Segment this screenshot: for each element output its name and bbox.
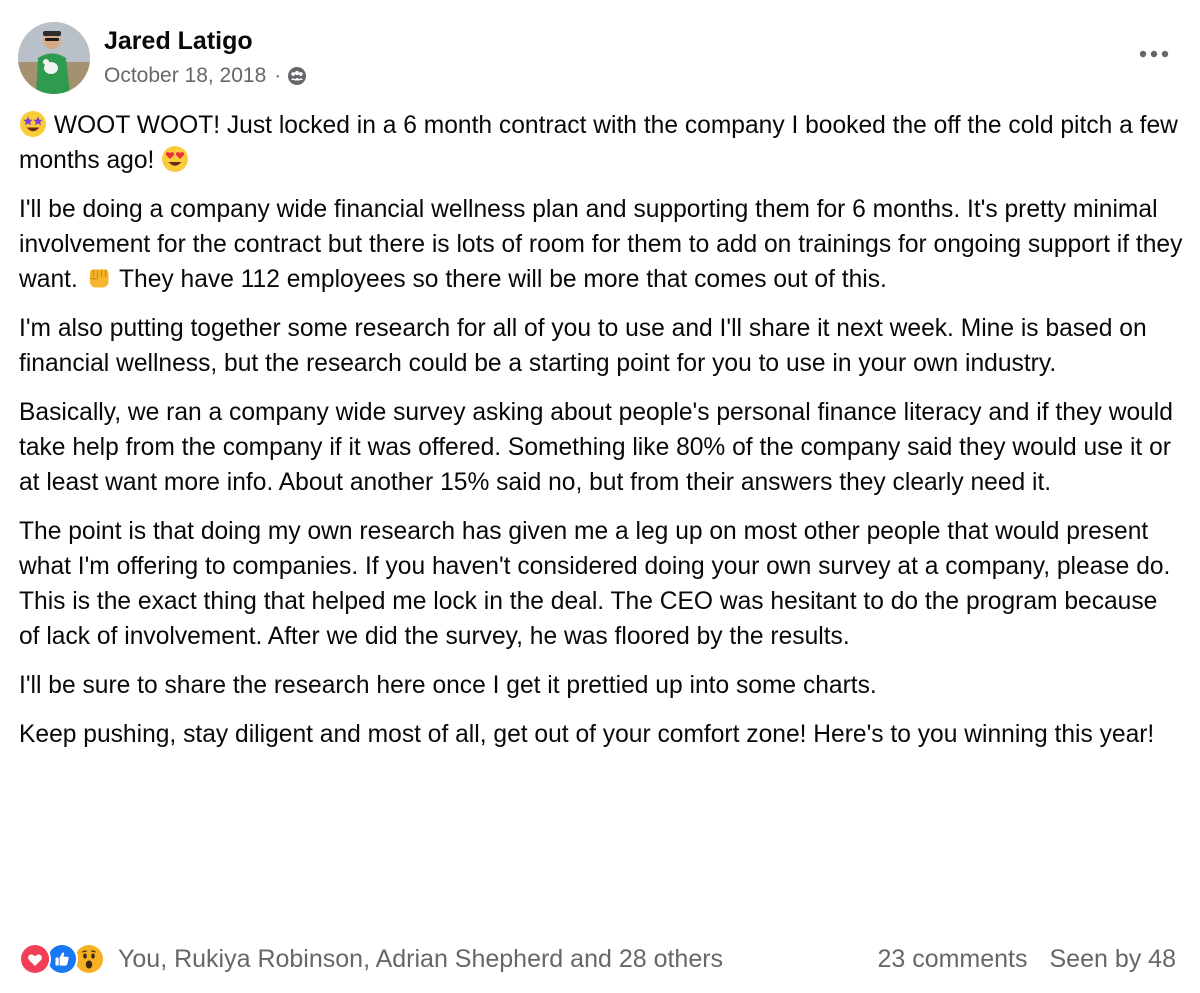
comments-count[interactable]: 23 comments bbox=[877, 945, 1027, 974]
post-body: WOOT WOOT! Just locked in a 6 month cont… bbox=[19, 108, 1184, 766]
more-options-button[interactable] bbox=[1136, 36, 1172, 72]
post-text: They have 112 employees so there will be… bbox=[119, 266, 887, 293]
post-footer: You, Rukiya Robinson, Adrian Shepherd an… bbox=[19, 940, 1176, 978]
heart-eyes-emoji-icon bbox=[162, 146, 189, 172]
post-paragraph-1: WOOT WOOT! Just locked in a 6 month cont… bbox=[19, 108, 1184, 178]
post-meta: October 18, 2018 · bbox=[104, 64, 307, 88]
seen-by-count[interactable]: Seen by 48 bbox=[1050, 945, 1177, 974]
post-header: Jared Latigo October 18, 2018 · bbox=[18, 22, 1182, 94]
post-paragraph-4: Basically, we ran a company wide survey … bbox=[19, 399, 1173, 496]
reactors-text[interactable]: You, Rukiya Robinson, Adrian Shepherd an… bbox=[118, 945, 723, 974]
post-paragraph-5: The point is that doing my own research … bbox=[19, 518, 1171, 650]
author-name[interactable]: Jared Latigo bbox=[104, 27, 253, 56]
post-text: WOOT WOOT! Just locked in a 6 month cont… bbox=[19, 112, 1178, 174]
group-audience-icon[interactable] bbox=[287, 66, 307, 86]
post-paragraph-2: I'll be doing a company wide financial w… bbox=[19, 192, 1184, 297]
post-card: Jared Latigo October 18, 2018 · WOOT WOO… bbox=[0, 0, 1200, 993]
post-paragraph-7: Keep pushing, stay diligent and most of … bbox=[19, 721, 1155, 748]
author-avatar[interactable] bbox=[18, 22, 90, 94]
love-reaction-icon bbox=[19, 943, 51, 975]
more-options-icon bbox=[1139, 50, 1169, 58]
meta-separator: · bbox=[274, 64, 282, 87]
reaction-icons[interactable] bbox=[19, 943, 105, 975]
fist-bump-emoji-icon bbox=[89, 269, 109, 288]
post-date[interactable]: October 18, 2018 bbox=[104, 64, 266, 88]
profile-photo-icon bbox=[18, 22, 90, 94]
post-paragraph-6: I'll be sure to share the research here … bbox=[19, 672, 877, 699]
star-struck-emoji-icon bbox=[20, 111, 46, 137]
post-paragraph-3: I'm also putting together some research … bbox=[19, 315, 1147, 377]
